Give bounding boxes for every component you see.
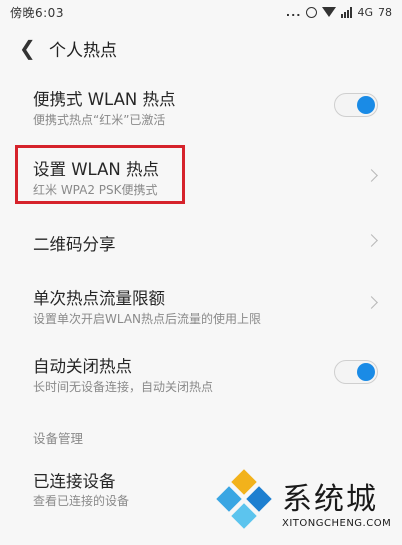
status-icons: ... 4G 78 <box>286 6 392 19</box>
row-title: 设置 WLAN 热点 <box>33 160 160 179</box>
row-subtitle: 红米 WPA2 PSK便携式 <box>33 183 158 197</box>
row-subtitle: 查看已连接的设备 <box>33 494 130 508</box>
watermark: 系统城 XITONGCHENG.COM <box>208 469 402 545</box>
chevron-left-icon[interactable]: ❮ <box>19 36 36 60</box>
watermark-url: XITONGCHENG.COM <box>282 518 392 529</box>
row-subtitle: 设置单次开启WLAN热点后流量的使用上限 <box>33 312 262 326</box>
status-time: 傍晚6:03 <box>10 5 64 20</box>
app-header: ❮ 个人热点 <box>0 30 402 64</box>
row-portable-hotspot[interactable]: 便携式 WLAN 热点 便携式热点“红米”已激活 <box>0 86 402 134</box>
row-subtitle: 便携式热点“红米”已激活 <box>33 113 166 127</box>
watermark-text: 系统城 <box>282 482 378 517</box>
row-subtitle: 长时间无设备连接，自动关闭热点 <box>33 380 214 394</box>
chevron-right-icon <box>365 234 378 247</box>
toggle-knob <box>357 96 375 114</box>
wifi-icon <box>322 7 337 17</box>
battery-level: 78 <box>378 5 392 19</box>
notification-dots-icon: ... <box>285 5 302 19</box>
network-type: 4G <box>357 5 373 19</box>
row-qr-share[interactable]: 二维码分享 <box>0 228 402 254</box>
row-title: 便携式 WLAN 热点 <box>33 90 176 109</box>
row-setup-hotspot[interactable]: 设置 WLAN 热点 红米 WPA2 PSK便携式 <box>0 156 402 204</box>
status-bar: 傍晚6:03 ... 4G 78 <box>0 0 402 24</box>
alarm-icon <box>306 6 318 18</box>
row-title: 已连接设备 <box>33 472 116 491</box>
section-header: 设备管理 <box>33 431 84 446</box>
portable-hotspot-toggle[interactable] <box>334 93 378 117</box>
auto-off-toggle[interactable] <box>334 360 378 384</box>
signal-icon <box>341 6 353 18</box>
toggle-knob <box>357 363 375 381</box>
row-title: 二维码分享 <box>33 235 116 254</box>
watermark-logo-icon <box>216 469 272 529</box>
chevron-right-icon <box>365 169 378 182</box>
chevron-right-icon <box>365 296 378 309</box>
row-auto-off[interactable]: 自动关闭热点 长时间无设备连接，自动关闭热点 <box>0 353 402 401</box>
row-title: 单次热点流量限额 <box>33 289 165 308</box>
page-title: 个人热点 <box>49 41 117 61</box>
row-title: 自动关闭热点 <box>33 357 132 376</box>
row-data-limit[interactable]: 单次热点流量限额 设置单次开启WLAN热点后流量的使用上限 <box>0 285 402 333</box>
